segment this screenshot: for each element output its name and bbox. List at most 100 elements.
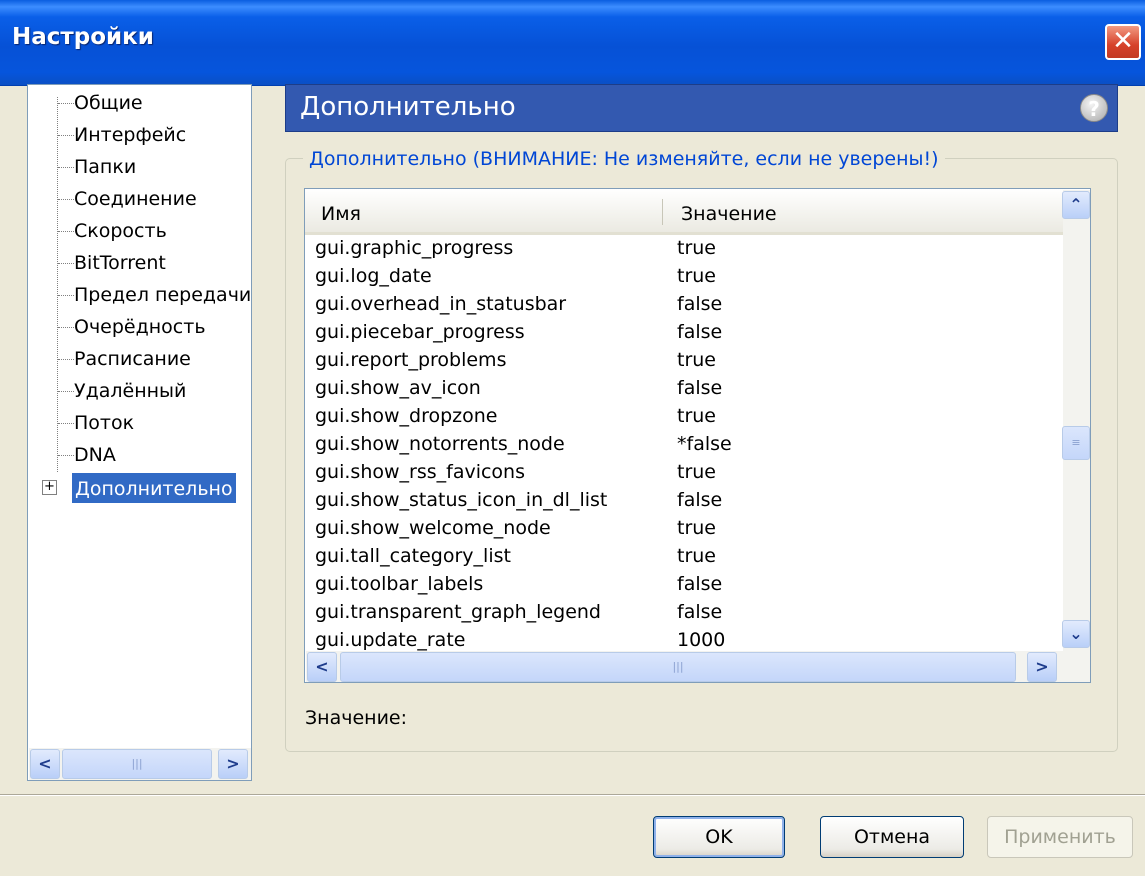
tree-branch-line (58, 199, 74, 200)
table-row[interactable]: gui.report_problems true (305, 347, 1065, 375)
list-vscroll-thumb[interactable]: ≡ (1062, 426, 1090, 460)
footer-divider (0, 794, 1145, 796)
help-icon[interactable]: ? (1080, 94, 1108, 122)
table-row[interactable]: gui.show_notorrents_node *false (305, 431, 1065, 459)
window-title: Настройки (12, 24, 154, 50)
tree-item-label: Папки (74, 156, 137, 178)
setting-value: false (677, 601, 723, 623)
setting-value: true (677, 461, 716, 483)
setting-name: gui.show_welcome_node (315, 517, 551, 539)
scroll-down-icon[interactable]: ⌄ (1062, 620, 1090, 648)
setting-name: gui.report_problems (315, 349, 507, 371)
settings-tree[interactable]: + Дополнительно DNA Поток Удалённый Расписани… (27, 84, 252, 781)
tree-item[interactable]: Скорость (28, 217, 253, 247)
list-header: Имя Значение (305, 189, 1065, 235)
tree-branch-line (58, 455, 74, 456)
tree-item[interactable]: Расписание (28, 345, 253, 375)
tree-item[interactable]: BitTorrent (28, 249, 253, 279)
setting-name: gui.show_av_icon (315, 377, 481, 399)
setting-value: false (677, 377, 723, 399)
list-vertical-scrollbar[interactable]: ⌃ ≡ ⌄ (1062, 190, 1090, 651)
tree-item-label: Скорость (74, 220, 167, 242)
page-title: Дополнительно (300, 92, 516, 122)
apply-button[interactable]: Применить (987, 816, 1133, 858)
tree-item-label: Расписание (74, 348, 191, 370)
title-bar: Настройки (0, 0, 1145, 86)
tree-branch-line (58, 167, 74, 168)
tree-item[interactable]: Папки (28, 153, 253, 183)
tree-item-label: Очерёдность (74, 316, 206, 338)
tree-branch-line (58, 391, 74, 392)
tree-scroll-thumb[interactable]: ||| (62, 749, 212, 779)
tree-item[interactable]: Общие (28, 89, 253, 119)
column-value-header[interactable]: Значение (681, 203, 777, 225)
tree-item[interactable]: Интерфейс (28, 121, 253, 151)
tree-item-label: DNA (74, 444, 116, 466)
tree-item[interactable]: DNA (28, 441, 253, 471)
scroll-up-icon[interactable]: ⌃ (1062, 191, 1090, 219)
expand-icon[interactable]: + (42, 480, 57, 495)
tree-branch-line (58, 263, 74, 264)
setting-name: gui.piecebar_progress (315, 321, 525, 343)
tree-item-label: BitTorrent (74, 252, 166, 274)
table-row[interactable]: gui.piecebar_progress false (305, 319, 1065, 347)
table-row[interactable]: gui.show_rss_favicons true (305, 459, 1065, 487)
setting-name: gui.log_date (315, 265, 432, 287)
setting-name: gui.overhead_in_statusbar (315, 293, 567, 315)
setting-name: gui.show_notorrents_node (315, 433, 565, 455)
setting-value: false (677, 489, 723, 511)
table-row[interactable]: gui.show_status_icon_in_dl_list false (305, 487, 1065, 515)
tree-branch-line (58, 423, 74, 424)
tree-branch-line (58, 359, 74, 360)
scroll-left-icon[interactable]: < (307, 652, 337, 682)
tree-item-label: Дополнительно (72, 473, 236, 503)
settings-list[interactable]: Имя Значение gui.graphic_progress true gui… (304, 188, 1091, 683)
setting-name: gui.toolbar_labels (315, 573, 484, 595)
tree-item[interactable]: Поток (28, 409, 253, 439)
tree-item[interactable]: Соединение (28, 185, 253, 215)
column-name-header[interactable]: Имя (321, 203, 361, 225)
table-row[interactable]: gui.transparent_graph_legend false (305, 599, 1065, 627)
setting-value: true (677, 349, 716, 371)
cancel-button[interactable]: Отмена (820, 816, 964, 858)
tree-horizontal-scrollbar[interactable]: < ||| > (29, 748, 251, 780)
table-row[interactable]: gui.graphic_progress true (305, 235, 1065, 263)
setting-value: false (677, 573, 723, 595)
table-row[interactable]: gui.log_date true (305, 263, 1065, 291)
column-separator[interactable] (662, 199, 663, 225)
setting-name: gui.update_rate (315, 629, 466, 651)
table-row[interactable]: gui.overhead_in_statusbar false (305, 291, 1065, 319)
tree-branch-line (58, 135, 74, 136)
tree-branch-line (58, 103, 74, 104)
table-row[interactable]: gui.show_av_icon false (305, 375, 1065, 403)
setting-name: gui.tall_category_list (315, 545, 511, 567)
list-hscroll-thumb[interactable]: ||| (340, 652, 1016, 682)
setting-name: gui.transparent_graph_legend (315, 601, 601, 623)
setting-value: false (677, 293, 723, 315)
setting-value: 1000 (677, 629, 726, 651)
table-row[interactable]: gui.tall_category_list true (305, 543, 1065, 571)
close-button[interactable]: ✕ (1105, 24, 1141, 60)
tree-item[interactable]: Предел передачи (28, 281, 253, 311)
setting-value: true (677, 237, 716, 259)
table-row[interactable]: gui.toolbar_labels false (305, 571, 1065, 599)
tree-branch-line (58, 231, 74, 232)
tree-item[interactable]: + Дополнительно (28, 473, 253, 503)
table-row[interactable]: gui.show_welcome_node true (305, 515, 1065, 543)
tree-branch-line (58, 295, 74, 296)
setting-value: true (677, 545, 716, 567)
setting-value: true (677, 517, 716, 539)
group-title: Дополнительно (ВНИМАНИЕ: Не изменяйте, е… (303, 148, 945, 170)
tree-connector (57, 97, 58, 472)
tree-item[interactable]: Очерёдность (28, 313, 253, 343)
scroll-right-icon[interactable]: > (1027, 652, 1057, 682)
tree-item-label: Общие (74, 92, 143, 114)
table-row[interactable]: gui.show_dropzone true (305, 403, 1065, 431)
setting-value: false (677, 321, 723, 343)
ok-button[interactable]: OK (653, 816, 785, 858)
scroll-right-icon[interactable]: > (218, 749, 248, 779)
list-horizontal-scrollbar[interactable]: < ||| > (306, 651, 1090, 682)
scroll-left-icon[interactable]: < (30, 749, 60, 779)
tree-item[interactable]: Удалённый (28, 377, 253, 407)
tree-item-label: Предел передачи (74, 284, 252, 306)
